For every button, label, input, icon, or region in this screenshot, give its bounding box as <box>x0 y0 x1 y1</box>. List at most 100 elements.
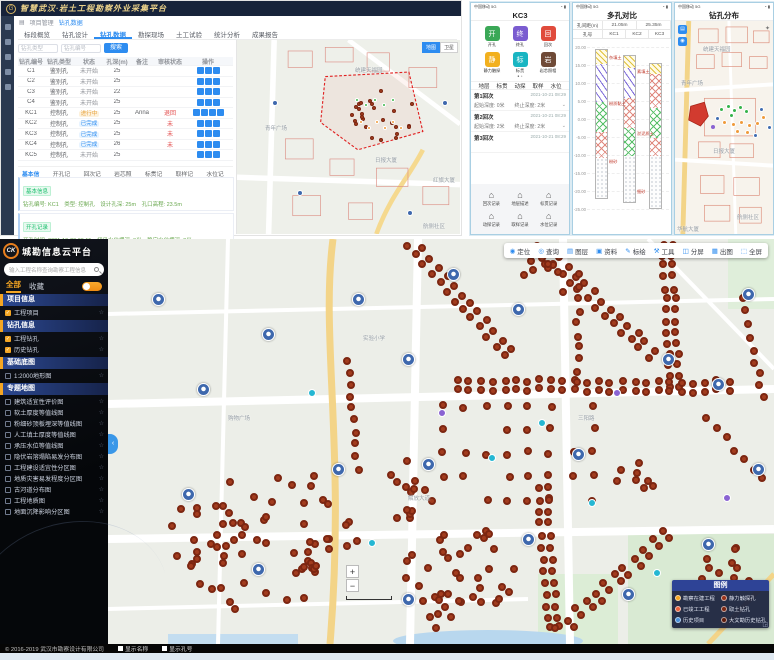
layer-item[interactable]: 地面沉降影响分区图☆ <box>0 506 108 517</box>
nav-icon[interactable] <box>5 84 11 90</box>
layer-checkbox[interactable] <box>5 373 11 379</box>
table-row[interactable]: KC1控制孔进行中25Anna退回 <box>18 108 233 119</box>
tab-勘探现场[interactable]: 勘探现场 <box>132 27 170 39</box>
action-button[interactable] <box>205 151 212 158</box>
action-button[interactable] <box>205 130 212 137</box>
star-icon[interactable]: ☆ <box>99 409 104 416</box>
record-tab-标贯[interactable]: 标贯 <box>496 82 507 90</box>
star-icon[interactable]: ☆ <box>99 398 104 405</box>
resize-icon[interactable]: ◲ <box>762 621 768 628</box>
section-header-专题地图[interactable]: 专题地图 <box>0 383 108 395</box>
table-row[interactable]: KC2控制孔已完成25未 <box>18 119 233 130</box>
layer-checkbox[interactable] <box>5 443 11 449</box>
action-button[interactable] <box>197 99 204 106</box>
search-icon[interactable] <box>94 267 99 272</box>
layer-item[interactable]: ✓工程钻孔☆ <box>0 333 108 344</box>
action-button[interactable] <box>205 78 212 85</box>
zoom-out-button[interactable]: − <box>346 579 359 592</box>
layer-item[interactable]: 建筑适宜性评价图☆ <box>0 396 108 407</box>
layer-item[interactable]: 人工填土厚度等值线图☆ <box>0 429 108 440</box>
star-icon[interactable]: ☆ <box>99 486 104 493</box>
star-icon[interactable]: ☆ <box>99 420 104 427</box>
action-button[interactable] <box>197 78 204 85</box>
layer-checkbox[interactable] <box>5 399 11 405</box>
layer-checkbox[interactable] <box>5 432 11 438</box>
search-box[interactable]: 输入工程名称查询勘察工程信息 <box>4 263 104 276</box>
table-row[interactable]: KC5控制孔未开始25 <box>18 150 233 161</box>
layer-checkbox[interactable] <box>5 487 11 493</box>
show-name-checkbox[interactable]: 显示名称 <box>118 644 148 653</box>
filter-id-input[interactable]: 钻孔编号 <box>61 44 101 53</box>
star-icon[interactable]: ☆ <box>99 475 104 482</box>
action-button[interactable] <box>213 78 220 85</box>
tab-标段概览[interactable]: 标段概览 <box>18 27 56 39</box>
layer-checkbox[interactable] <box>5 421 11 427</box>
action-button[interactable] <box>213 99 220 106</box>
star-icon[interactable]: ☆ <box>99 497 104 504</box>
toolbar-查询[interactable]: ◎查询 <box>538 246 559 256</box>
tab-成果报告[interactable]: 成果报告 <box>246 27 284 39</box>
layer-switch-toggle[interactable] <box>82 282 102 291</box>
chevron-down-icon[interactable]: ⌄ <box>562 102 566 109</box>
layer-checkbox[interactable] <box>5 476 11 482</box>
action-button[interactable] <box>213 151 220 158</box>
search-button[interactable]: 搜索 <box>104 43 128 53</box>
desktop-side-nav[interactable] <box>1 16 14 235</box>
layer-item[interactable]: 古河道分布图☆ <box>0 484 108 495</box>
distribution-map[interactable]: ▤ ◉ ✦ 统建天福园青年广场日报大厦航侧社区华航大厦 <box>675 21 773 234</box>
toolbar-出图[interactable]: ▦出图 <box>712 246 733 256</box>
layer-item[interactable]: 粉细砂顶板埋深等值线图☆ <box>0 418 108 429</box>
nav-icon[interactable] <box>5 69 11 75</box>
legend-title[interactable]: 图例 <box>672 580 769 591</box>
tab-统计分析[interactable]: 统计分析 <box>208 27 246 39</box>
desktop-map[interactable]: 地图 卫星 统建天福园青年广场日报大厦红旗大厦航侧社区 <box>236 40 460 234</box>
action-button[interactable] <box>213 88 220 95</box>
layer-item[interactable]: 地质灾害易发程度分区图☆ <box>0 473 108 484</box>
action-button[interactable] <box>197 67 204 74</box>
star-icon[interactable]: ☆ <box>99 346 104 353</box>
table-row[interactable]: C4鉴别孔未开始25 <box>18 98 233 109</box>
section-header-钻孔信息[interactable]: 钻孔信息 <box>0 320 108 332</box>
list-item[interactable]: 第3回次2021-10-21 08:29 <box>471 132 569 153</box>
layers-button[interactable]: ▤ <box>678 25 687 34</box>
shortcut-动探记录[interactable]: ⌂动探记录 <box>477 209 506 230</box>
star-icon[interactable]: ☆ <box>99 335 104 342</box>
table-row[interactable]: C3鉴别孔未开始22 <box>18 87 233 98</box>
table-row[interactable]: C2鉴别孔未开始25 <box>18 77 233 88</box>
record-tab-动探[interactable]: 动探 <box>514 82 525 90</box>
star-icon[interactable]: ☆ <box>99 431 104 438</box>
toolbar-图层[interactable]: ▤图层 <box>567 246 588 256</box>
action-button[interactable] <box>193 109 200 116</box>
list-item[interactable]: 第2回次2021-10-21 08:29起始深度: 2米 终止深度: 2米⌄ <box>471 111 569 132</box>
nav-icon[interactable] <box>5 39 11 45</box>
layer-checkbox[interactable] <box>5 410 11 416</box>
action-button[interactable] <box>213 130 220 137</box>
show-holeid-checkbox[interactable]: 显示孔号 <box>162 644 192 653</box>
star-icon[interactable]: ☆ <box>99 464 104 471</box>
layer-item[interactable]: ✓历史钻孔☆ <box>0 344 108 355</box>
action-button[interactable] <box>201 109 208 116</box>
tab-钻孔设计[interactable]: 钻孔设计 <box>56 27 94 39</box>
toolbar-标绘[interactable]: ✎标绘 <box>625 246 645 256</box>
app-shortcut-终孔[interactable]: 终终孔 <box>506 26 534 48</box>
layer-checkbox[interactable]: ✓ <box>5 310 11 316</box>
tab-钻孔数据[interactable]: 钻孔数据 <box>94 27 132 39</box>
toolbar-资料[interactable]: ▣资料 <box>596 246 617 256</box>
toolbar-全屏[interactable]: ⬚全屏 <box>741 246 762 256</box>
shortcut-取样记录[interactable]: ⌂取样记录 <box>506 209 535 230</box>
layer-item[interactable]: ✓工程项目☆ <box>0 307 108 318</box>
layer-checkbox[interactable] <box>5 454 11 460</box>
nav-icon[interactable] <box>5 54 11 60</box>
app-shortcut-开孔[interactable]: 开开孔 <box>478 26 506 48</box>
map-toggle-map[interactable]: 地图 <box>422 42 440 53</box>
layer-checkbox[interactable] <box>5 509 11 515</box>
shortcut-地层描述[interactable]: ⌂地层描述 <box>506 188 535 209</box>
filter-type-input[interactable]: 钻孔类型 <box>18 44 58 53</box>
table-row[interactable]: KC3控制孔已完成25未 <box>18 129 233 140</box>
star-icon[interactable]: ☆ <box>99 309 104 316</box>
shortcut-回次记录[interactable]: ⌂回次记录 <box>477 188 506 209</box>
star-icon[interactable]: ☆ <box>99 453 104 460</box>
layer-item[interactable]: 隐伏岩溶塌陷易发分布图☆ <box>0 451 108 462</box>
layer-checkbox[interactable]: ✓ <box>5 336 11 342</box>
map-toggle-satellite[interactable]: 卫星 <box>440 42 458 53</box>
